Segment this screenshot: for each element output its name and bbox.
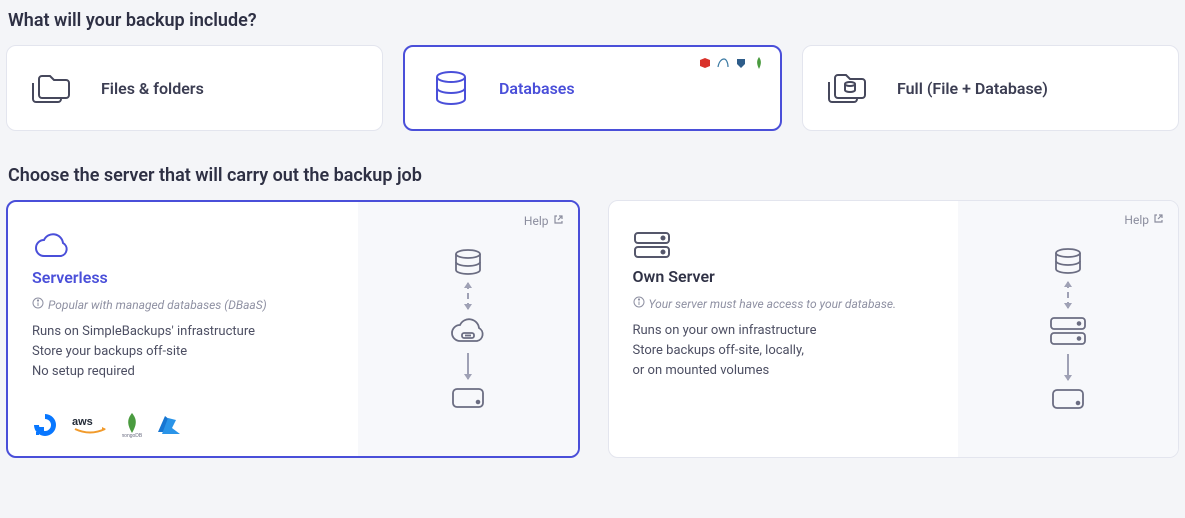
server-option-description: Runs on SimpleBackups' infrastructure St… [32, 322, 334, 382]
svg-text:aws: aws [72, 416, 93, 428]
mysql-logo-icon [716, 55, 730, 69]
backup-type-row: Files & folders Databases [6, 45, 1179, 131]
cloud-server-icon [448, 317, 488, 345]
external-link-icon [1153, 213, 1164, 227]
server-option-title: Own Server [633, 267, 935, 286]
full-backup-icon [827, 70, 871, 106]
server-option-note-text: Your server must have access to your dat… [649, 297, 897, 311]
server-desc-line: Store backups off-site, locally, [633, 341, 935, 361]
server-option-own-server[interactable]: Own Server Your server must have access … [608, 200, 1180, 458]
server-option-diagram-panel: Help [358, 202, 578, 456]
help-label: Help [1124, 213, 1149, 227]
info-icon [32, 297, 44, 312]
azure-logo-icon [156, 414, 182, 436]
server-stack-icon [633, 231, 935, 259]
serverless-diagram [448, 249, 488, 409]
server-rack-icon [1051, 388, 1085, 410]
svg-text:mongoDB: mongoDB [122, 433, 142, 438]
external-link-icon [553, 214, 564, 228]
section-title-choose-server: Choose the server that will carry out th… [8, 165, 1177, 186]
server-option-body: Serverless Popular with managed database… [8, 202, 358, 456]
help-link[interactable]: Help [1124, 213, 1164, 227]
backup-type-files-folders[interactable]: Files & folders [6, 45, 383, 131]
server-option-description: Runs on your own infrastructure Store ba… [633, 321, 935, 381]
arrow-down-icon [467, 353, 469, 379]
server-stack-icon [1049, 316, 1087, 346]
aws-logo-icon: aws [72, 414, 108, 436]
server-desc-line: Runs on your own infrastructure [633, 321, 935, 341]
server-option-note-text: Popular with managed databases (DBaaS) [48, 298, 267, 312]
cloud-provider-logos: aws mongoDB [32, 404, 334, 438]
server-option-body: Own Server Your server must have access … [609, 201, 959, 457]
server-desc-line: Store your backups off-site [32, 342, 334, 362]
arrow-down-icon [1067, 282, 1069, 308]
redis-logo-icon [698, 55, 712, 69]
server-desc-line: No setup required [32, 362, 334, 382]
backup-type-label: Files & folders [101, 79, 204, 98]
help-link[interactable]: Help [524, 214, 564, 228]
server-desc-line: or on mounted volumes [633, 361, 935, 381]
server-choice-row: Serverless Popular with managed database… [6, 200, 1179, 458]
cloud-icon [32, 232, 334, 260]
server-option-note: Your server must have access to your dat… [633, 296, 935, 311]
arrow-down-icon [467, 283, 469, 309]
database-provider-logos [698, 55, 766, 69]
server-option-note: Popular with managed databases (DBaaS) [32, 297, 334, 312]
database-icon [429, 70, 473, 106]
mongodb-logo-icon [752, 55, 766, 69]
server-option-title: Serverless [32, 268, 334, 287]
mongodb-logo-icon: mongoDB [122, 412, 142, 438]
backup-type-label: Full (File + Database) [897, 79, 1048, 98]
arrow-down-icon [1067, 354, 1069, 380]
server-option-diagram-panel: Help [958, 201, 1178, 457]
server-desc-line: Runs on SimpleBackups' infrastructure [32, 322, 334, 342]
help-label: Help [524, 214, 549, 228]
server-option-serverless[interactable]: Serverless Popular with managed database… [6, 200, 580, 458]
server-rack-icon [451, 387, 485, 409]
backup-type-label: Databases [499, 79, 575, 98]
postgres-logo-icon [734, 55, 748, 69]
section-title-backup-include: What will your backup include? [8, 10, 1177, 31]
database-icon [453, 249, 483, 275]
info-icon [633, 296, 645, 311]
database-icon [1053, 248, 1083, 274]
own-server-diagram [1049, 248, 1087, 410]
digitalocean-logo-icon [32, 412, 58, 438]
backup-type-full[interactable]: Full (File + Database) [802, 45, 1179, 131]
folders-icon [31, 70, 75, 106]
backup-type-databases[interactable]: Databases [403, 45, 782, 131]
